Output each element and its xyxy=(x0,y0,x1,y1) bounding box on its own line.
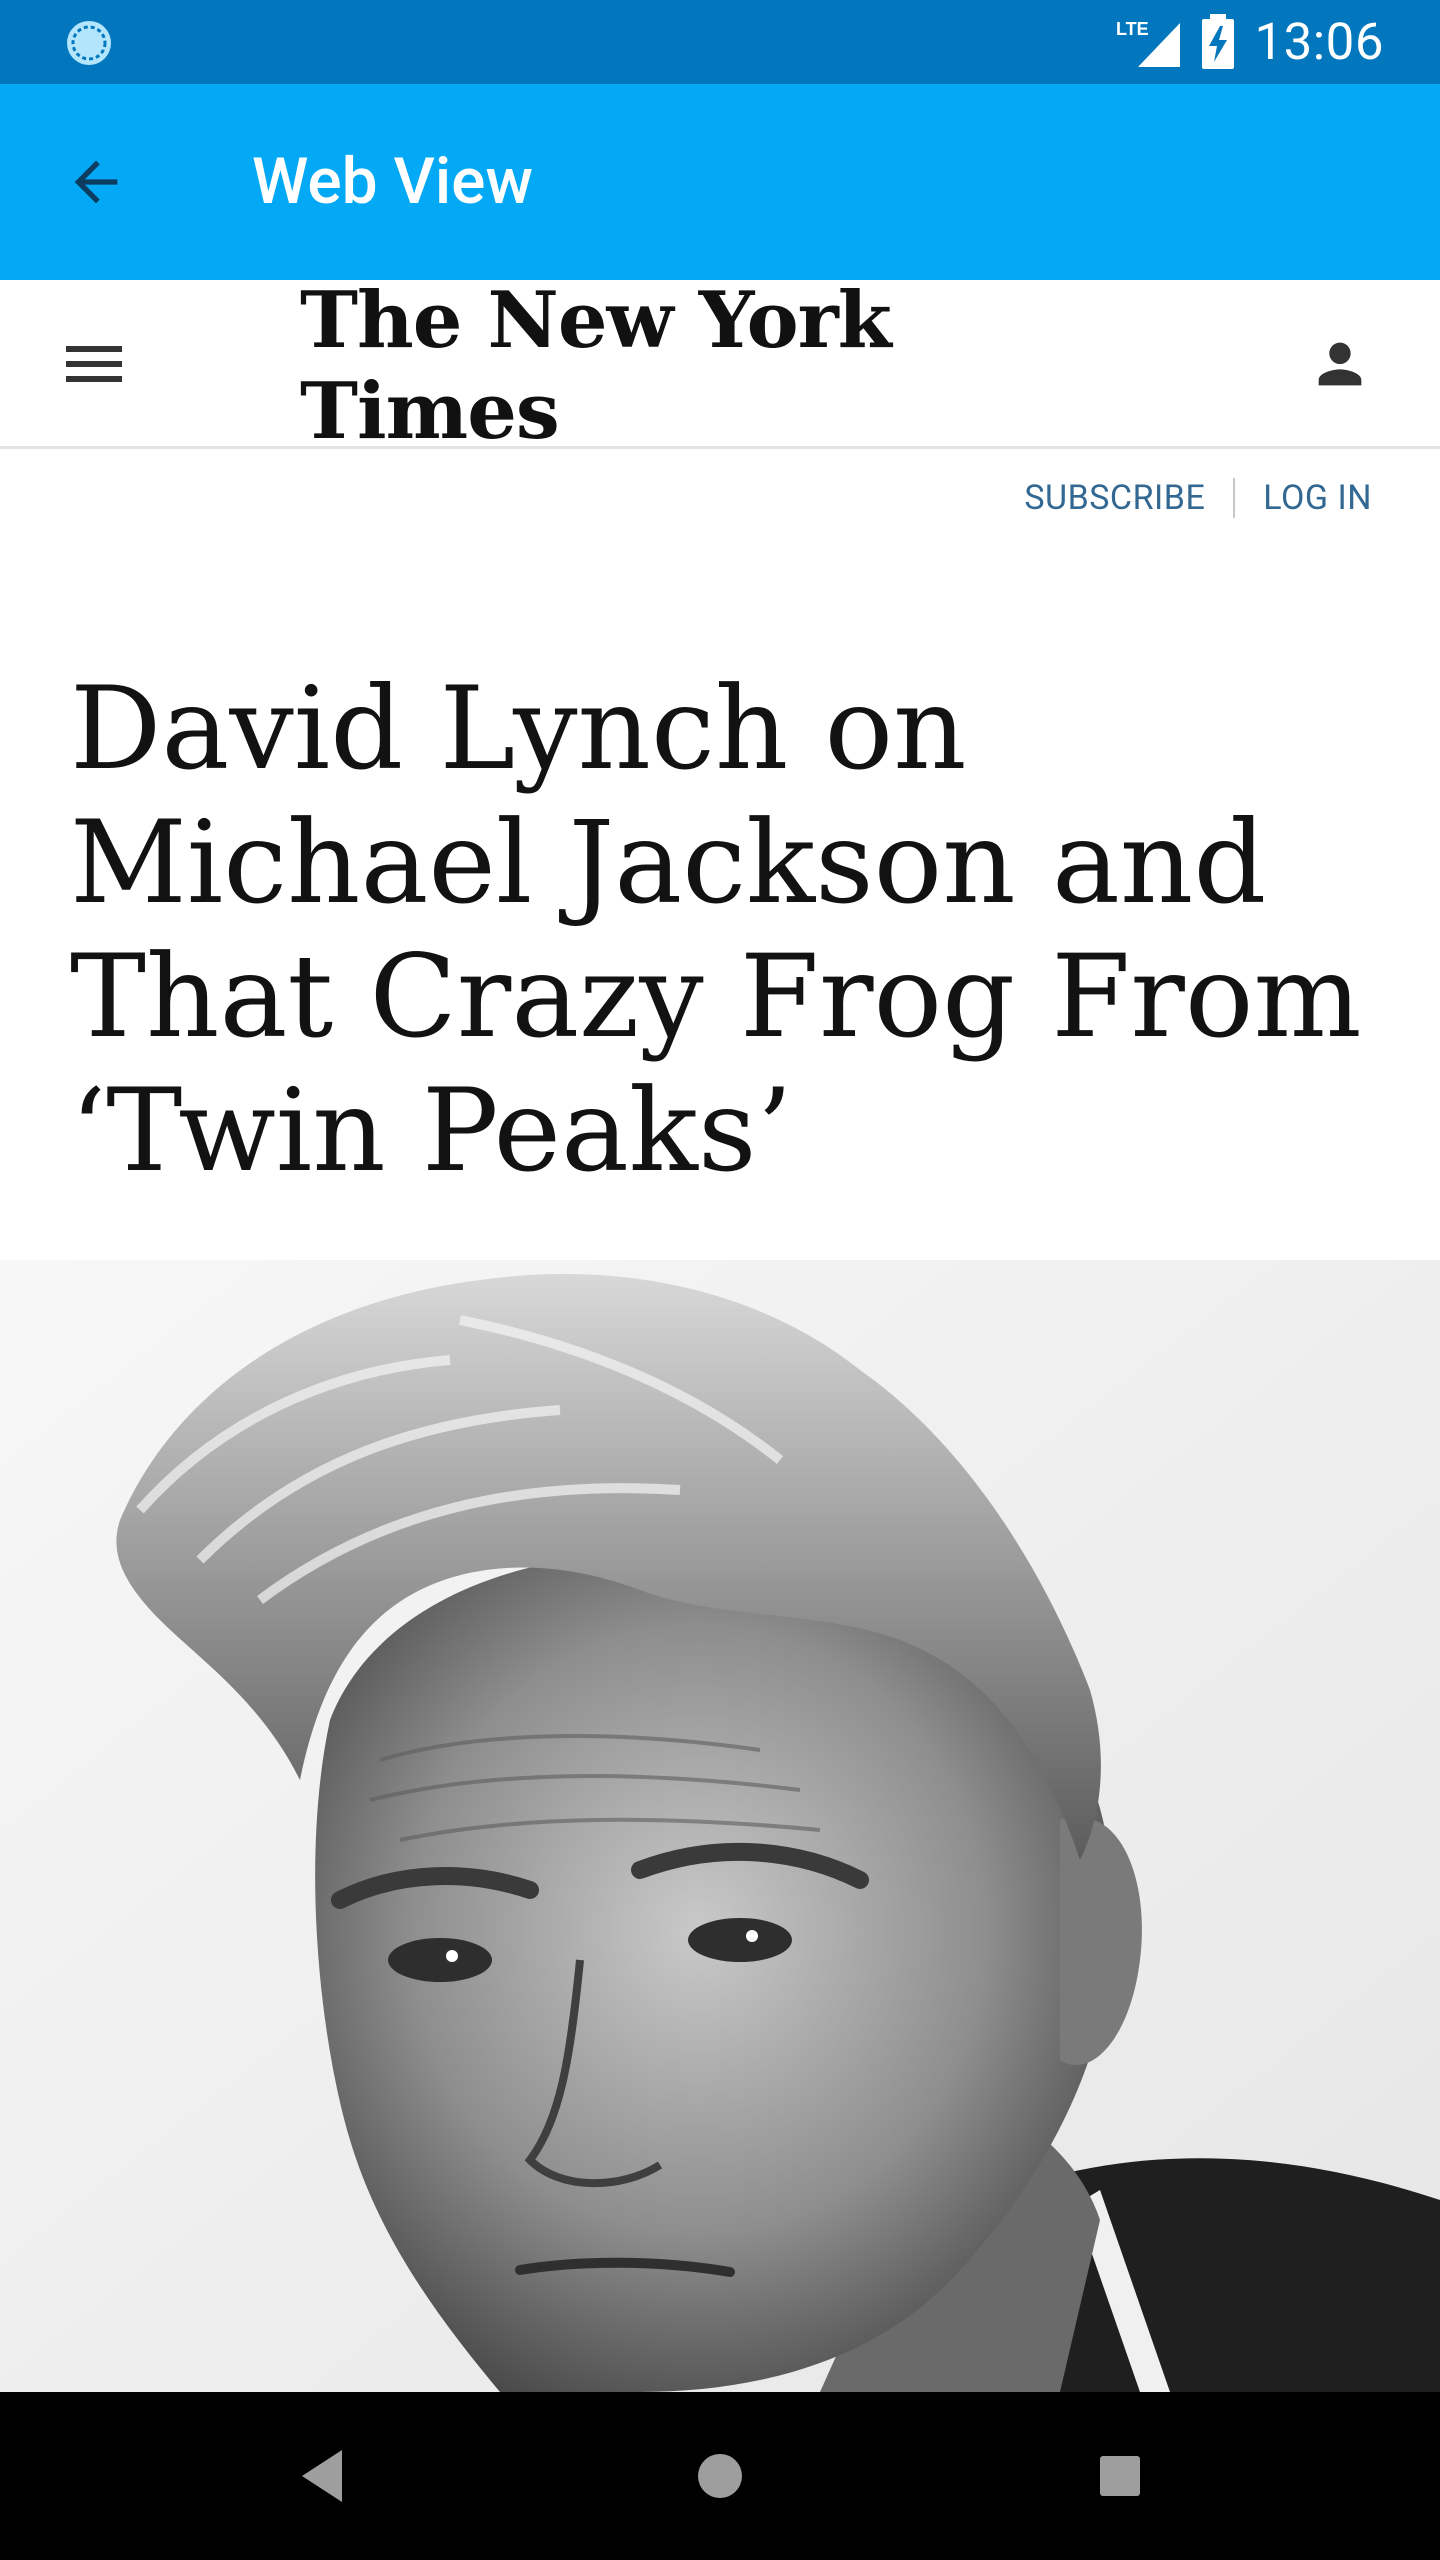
sync-icon xyxy=(67,21,111,65)
nav-home-icon[interactable] xyxy=(696,2452,744,2500)
article-lead-photo xyxy=(0,1260,1440,2392)
account-links: SUBSCRIBE LOG IN xyxy=(1024,478,1372,518)
svg-text:LTE: LTE xyxy=(1116,19,1149,39)
nav-back-icon[interactable] xyxy=(298,2446,346,2506)
status-bar: LTE 13:06 xyxy=(0,0,1440,84)
login-link[interactable]: LOG IN xyxy=(1263,478,1372,518)
portrait-photo xyxy=(0,1260,1440,2392)
lte-signal-icon: LTE xyxy=(1116,19,1181,67)
app-title: Web View xyxy=(252,144,533,219)
nav-recents-icon[interactable] xyxy=(1098,2454,1142,2498)
system-navigation-bar xyxy=(0,2392,1440,2560)
user-account-button[interactable] xyxy=(1304,328,1376,400)
arrow-back-icon xyxy=(74,160,118,204)
battery-charging-icon xyxy=(1202,14,1235,69)
user-account-icon xyxy=(1318,342,1362,386)
site-header: The New York Times xyxy=(0,275,1440,457)
link-divider xyxy=(1233,478,1236,518)
nyt-logo[interactable]: The New York Times xyxy=(300,275,1140,457)
hamburger-menu-icon xyxy=(66,346,122,382)
menu-button[interactable] xyxy=(58,332,130,396)
app-bar: Web View xyxy=(0,84,1440,280)
subscribe-link[interactable]: SUBSCRIBE xyxy=(1024,478,1205,518)
back-button[interactable] xyxy=(48,134,144,230)
status-time: 13:06 xyxy=(1254,12,1384,72)
article-headline: David Lynch on Michael Jackson and That … xyxy=(70,662,1362,1197)
status-indicators: LTE 13:06 xyxy=(1116,0,1384,84)
